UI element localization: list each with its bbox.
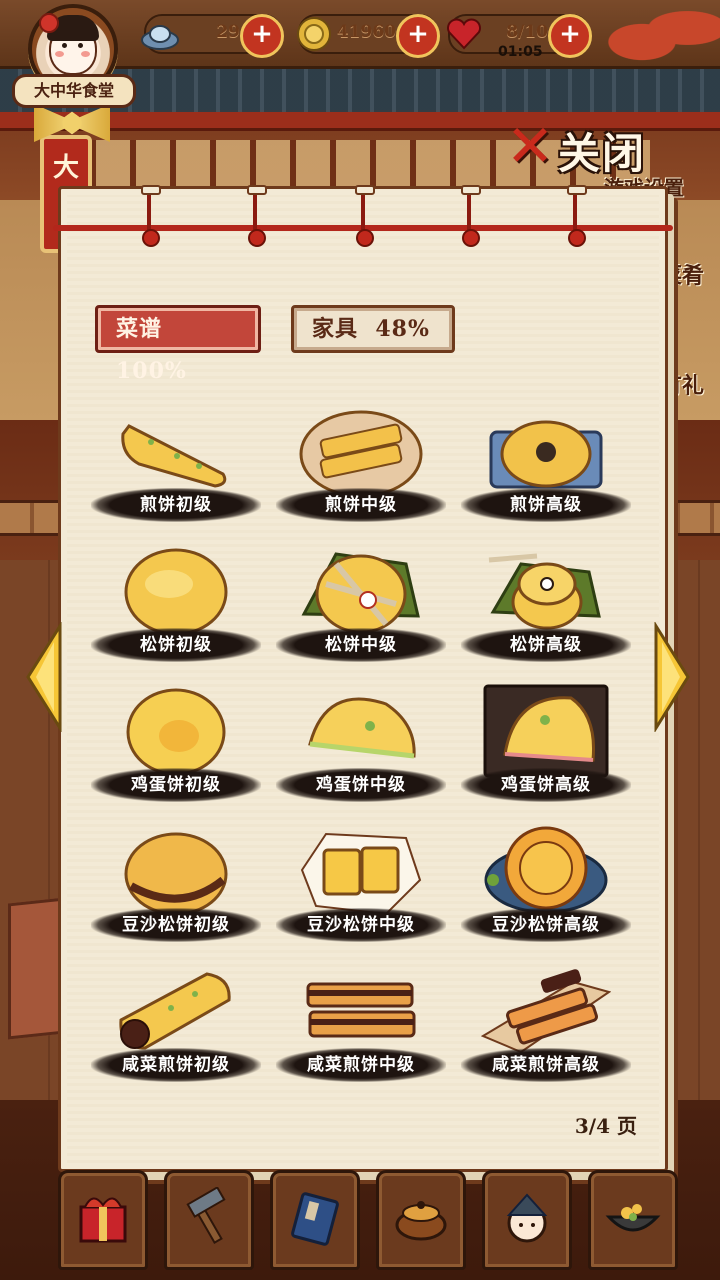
silver-counter: 29 + bbox=[141, 14, 284, 58]
crepe-icon bbox=[121, 424, 227, 488]
dish-card[interactable]: 煎饼初级 bbox=[91, 404, 261, 534]
dish-card[interactable]: 豆沙松饼中级 bbox=[276, 824, 446, 954]
egg-tray-icon bbox=[483, 684, 609, 778]
dish-name: 松饼高级 bbox=[461, 628, 631, 662]
pancake-icon bbox=[124, 548, 228, 636]
add-silver-button[interactable]: + bbox=[240, 14, 284, 58]
binding-ring bbox=[141, 185, 161, 247]
tab-recipes-label: 菜谱 bbox=[116, 316, 163, 342]
wrapped-stack-icon bbox=[488, 553, 601, 630]
gold-counter: 41960 + bbox=[297, 14, 440, 58]
dish-card[interactable]: 豆沙松饼高级 bbox=[461, 824, 631, 954]
egg-pancake-icon bbox=[126, 688, 226, 776]
dish-card[interactable]: 煎饼中级 bbox=[276, 404, 446, 534]
red-sign-text: 大 bbox=[52, 153, 79, 183]
dish-name: 豆沙松饼中级 bbox=[276, 908, 446, 942]
avatar-face bbox=[39, 13, 99, 75]
tart-icon bbox=[489, 420, 603, 489]
dish-name: 煎饼高级 bbox=[461, 488, 631, 522]
tab-recipes-progress: 100% bbox=[116, 358, 187, 384]
flower-pastry-icon bbox=[484, 826, 608, 914]
dish-name: 煎饼中级 bbox=[276, 488, 446, 522]
close-icon: ✕ bbox=[505, 112, 555, 180]
wrapped-pancake-icon bbox=[301, 552, 420, 634]
heart-icon bbox=[447, 18, 481, 50]
next-page-arrow-icon[interactable] bbox=[652, 622, 692, 732]
energy-value: 8/10 bbox=[506, 22, 548, 42]
layered-board-icon bbox=[481, 969, 611, 1054]
restaurant-name: 大中华食堂 bbox=[12, 74, 136, 108]
dish-card[interactable]: 鸡蛋饼高级 bbox=[461, 684, 631, 814]
pot-icon bbox=[395, 1201, 447, 1241]
previous-page-arrow-icon[interactable] bbox=[24, 622, 64, 732]
dish-name: 鸡蛋饼中级 bbox=[276, 768, 446, 802]
add-energy-button[interactable]: + bbox=[548, 14, 592, 58]
dish-card[interactable]: 豆沙松饼初级 bbox=[91, 824, 261, 954]
dish-name: 鸡蛋饼高级 bbox=[461, 768, 631, 802]
silver-value: 29 bbox=[216, 22, 240, 42]
dish-name: 松饼中级 bbox=[276, 628, 446, 662]
tab-furniture-label: 家具 bbox=[312, 316, 359, 342]
dish-card[interactable]: 鸡蛋饼初级 bbox=[91, 684, 261, 814]
dish-card[interactable]: 咸菜煎饼初级 bbox=[91, 964, 261, 1094]
page-indicator: 3/4 页 bbox=[574, 1114, 637, 1138]
recipe-book-button[interactable] bbox=[270, 1170, 360, 1270]
dish-card[interactable]: 煎饼高级 bbox=[461, 404, 631, 534]
cloud-ornament bbox=[590, 0, 720, 70]
tab-recipes[interactable]: 菜谱 100% bbox=[95, 305, 261, 384]
dish-name: 豆沙松饼高级 bbox=[461, 908, 631, 942]
notebook-binding bbox=[53, 185, 673, 249]
binding-ring bbox=[247, 185, 267, 247]
dish-card[interactable]: 松饼高级 bbox=[461, 544, 631, 674]
silver-ingot-icon bbox=[141, 25, 179, 50]
bottom-toolbar bbox=[0, 1170, 720, 1280]
add-gold-button[interactable]: + bbox=[396, 14, 440, 58]
dish-card[interactable]: 咸菜煎饼高级 bbox=[461, 964, 631, 1094]
layered-pancake-icon bbox=[306, 982, 416, 1038]
gift-shop-button[interactable] bbox=[58, 1170, 148, 1270]
gift-box-icon bbox=[79, 1197, 127, 1243]
binding-ring bbox=[567, 185, 587, 247]
dish-grid: 煎饼初级 煎饼中级 煎饼高级 松饼初级 松饼中级 松饼高级 鸡蛋饼初级 鸡蛋饼中… bbox=[91, 404, 631, 1104]
dish-name: 咸菜煎饼高级 bbox=[461, 1048, 631, 1082]
build-button[interactable] bbox=[164, 1170, 254, 1270]
binding-ring bbox=[461, 185, 481, 247]
pickle-roll-icon bbox=[119, 972, 231, 1050]
dish-card[interactable]: 松饼中级 bbox=[276, 544, 446, 674]
gold-coin-icon bbox=[297, 17, 331, 51]
close-button[interactable]: ✕ 关闭 bbox=[500, 112, 670, 180]
close-label: 关闭 bbox=[558, 129, 647, 178]
gold-value: 41960 bbox=[336, 22, 396, 42]
dish-name: 咸菜煎饼初级 bbox=[91, 1048, 261, 1082]
flower-icon bbox=[39, 13, 59, 33]
dish-card[interactable]: 咸菜煎饼中级 bbox=[276, 964, 446, 1094]
dish-name: 豆沙松饼初级 bbox=[91, 908, 261, 942]
book-icon bbox=[291, 1192, 339, 1246]
staff-button[interactable] bbox=[482, 1170, 572, 1270]
kitchen-button[interactable] bbox=[588, 1170, 678, 1270]
energy-timer: 01:05 bbox=[498, 44, 543, 60]
bean-pancake-icon bbox=[124, 832, 228, 916]
dish-card[interactable]: 鸡蛋饼中级 bbox=[276, 684, 446, 814]
half-egg-pancake-icon bbox=[308, 697, 416, 759]
dish-name: 咸菜煎饼中级 bbox=[276, 1048, 446, 1082]
cooking-pot-button[interactable] bbox=[376, 1170, 466, 1270]
tab-furniture[interactable]: 家具 48% bbox=[291, 305, 455, 353]
dish-card[interactable]: 松饼初级 bbox=[91, 544, 261, 674]
dish-name: 鸡蛋饼初级 bbox=[91, 768, 261, 802]
chef-icon bbox=[506, 1193, 548, 1243]
collection-notebook: 菜谱 100% 家具 48% 煎饼初级 煎饼中级 煎饼高级 松饼初级 松饼中级 … bbox=[53, 185, 673, 1172]
bean-blocks-icon bbox=[300, 832, 422, 916]
dish-name: 松饼初级 bbox=[91, 628, 261, 662]
binding-ring bbox=[355, 185, 375, 247]
dish-name: 煎饼初级 bbox=[91, 488, 261, 522]
tab-furniture-progress: 48% bbox=[375, 316, 430, 342]
hammer-icon bbox=[186, 1187, 226, 1244]
wok-icon bbox=[605, 1204, 661, 1232]
crepe-plate-icon bbox=[299, 410, 423, 498]
